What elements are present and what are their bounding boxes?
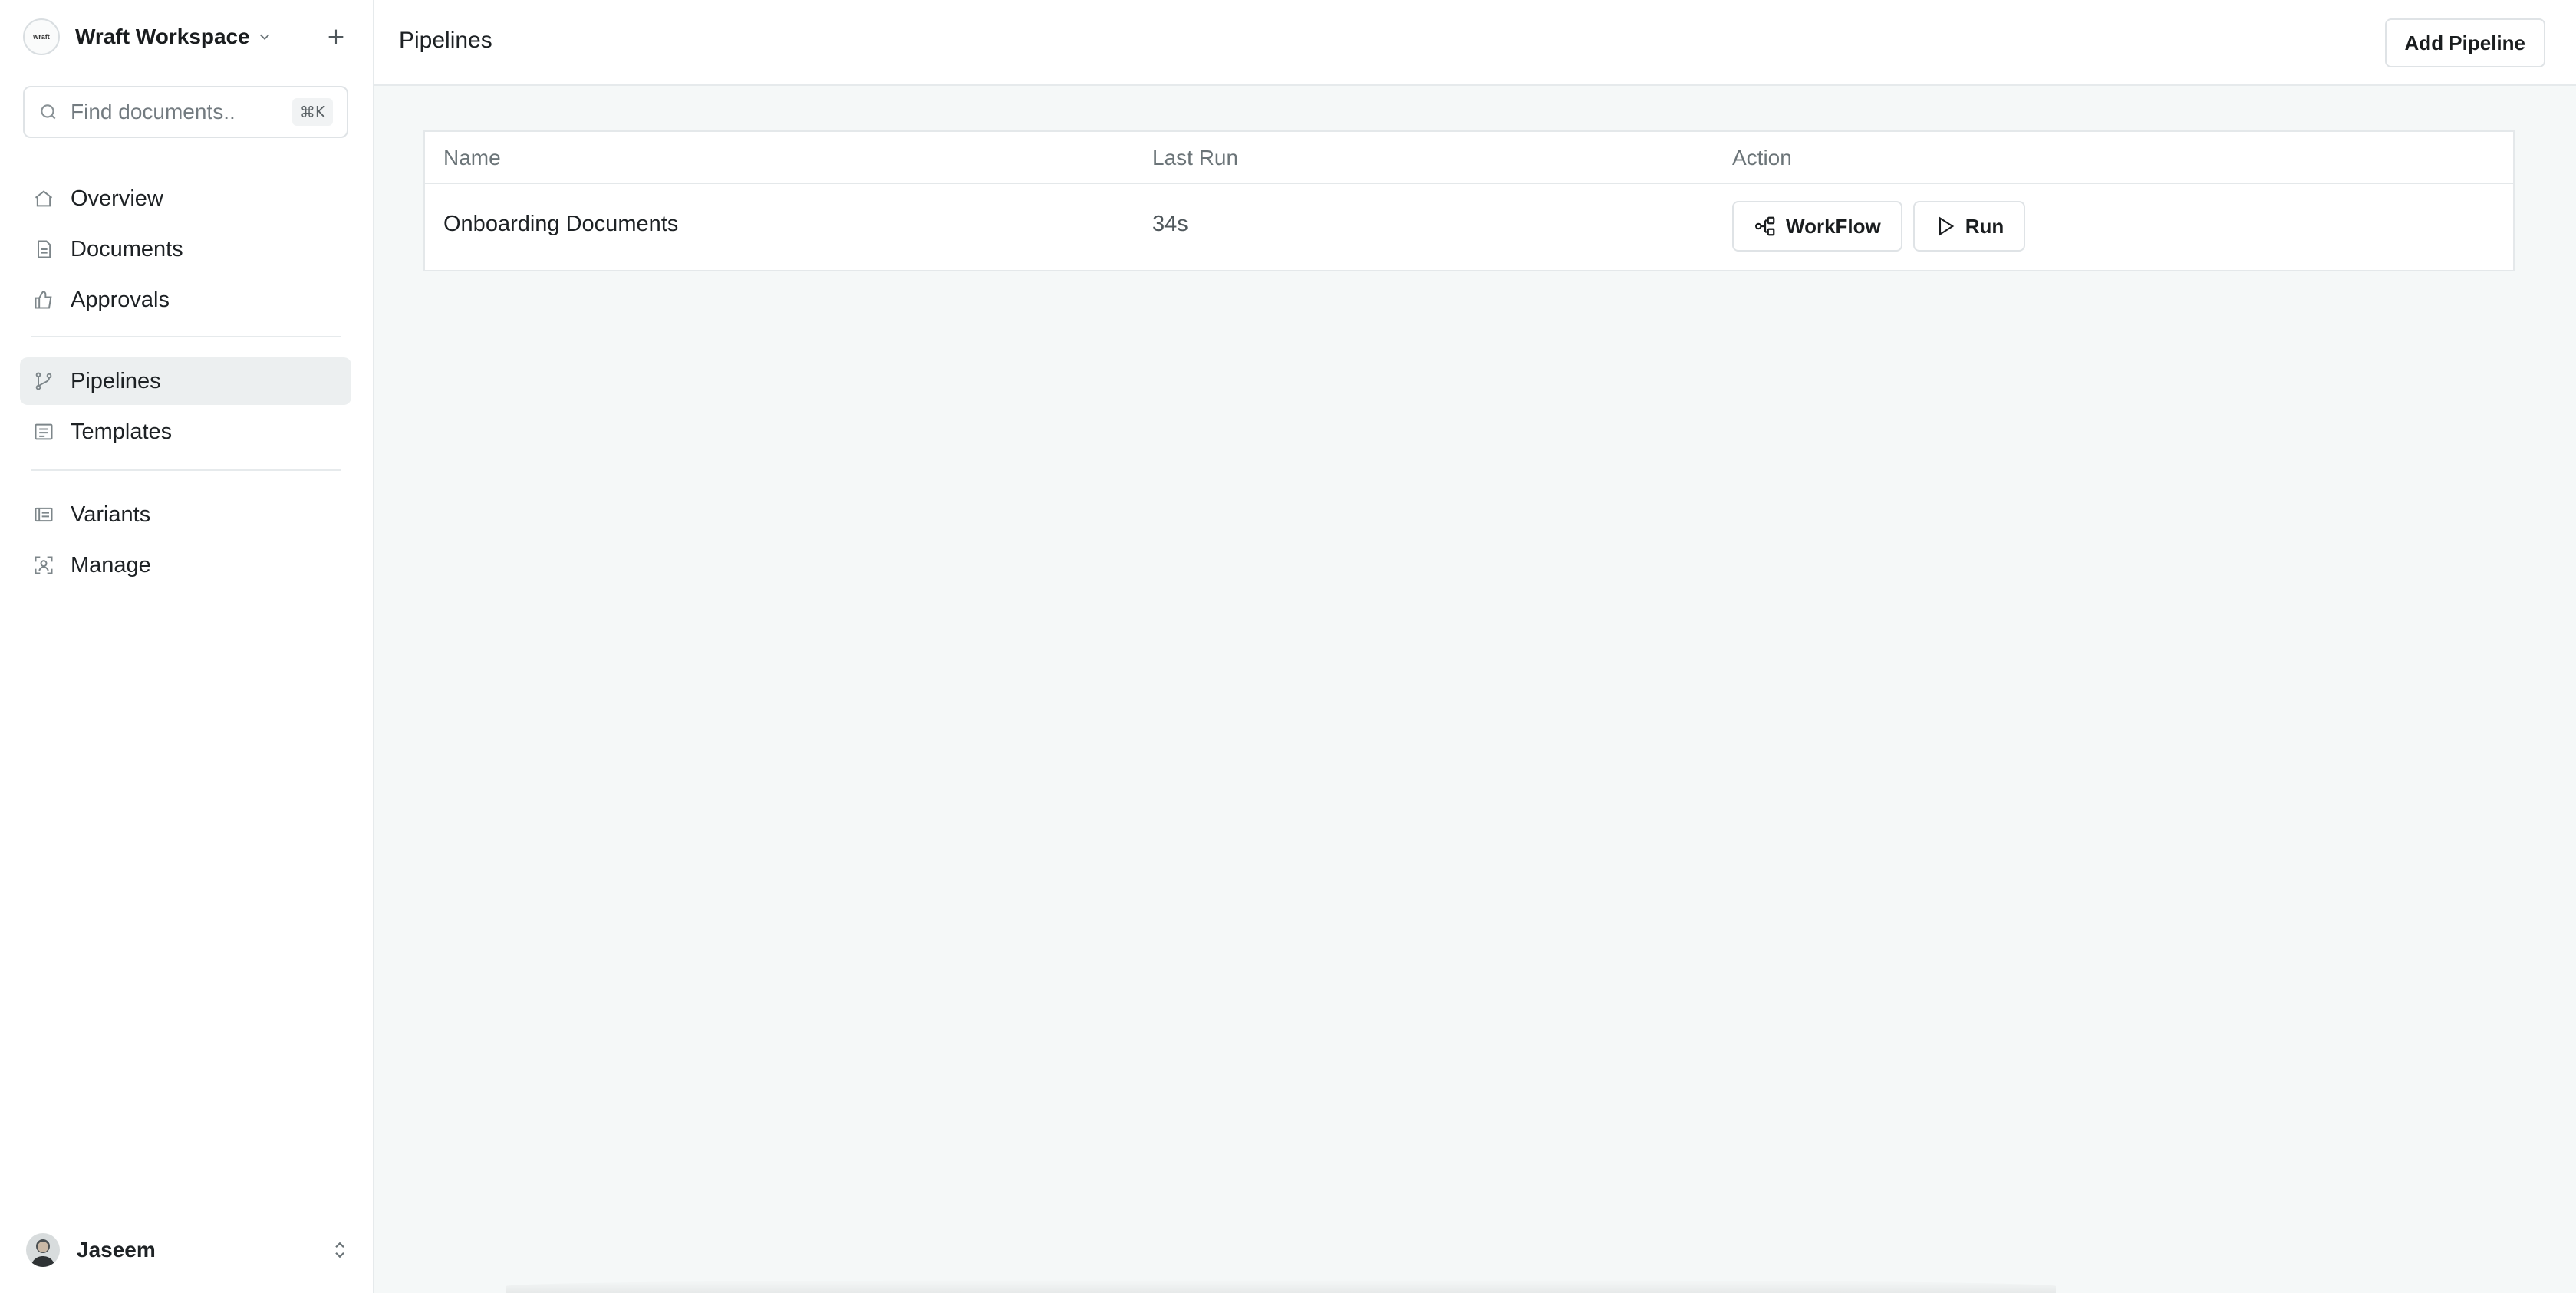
search-shortcut-badge: ⌘K xyxy=(292,98,333,126)
sidebar-item-templates[interactable]: Templates xyxy=(20,408,351,456)
thumbs-up-icon xyxy=(32,288,55,311)
sidebar-item-label: Overview xyxy=(71,186,163,211)
search-input[interactable] xyxy=(69,99,292,125)
column-header-last-run: Last Run xyxy=(1152,146,1239,169)
sidebar-item-label: Manage xyxy=(71,552,151,577)
search-icon xyxy=(38,102,58,122)
user-name: Jaseem xyxy=(77,1238,156,1262)
document-icon xyxy=(32,238,55,261)
sidebar-item-label: Approvals xyxy=(71,287,170,312)
sidebar: wraft Wraft Workspace ⌘K Overview Docume… xyxy=(0,0,374,1293)
git-branch-icon xyxy=(32,370,55,393)
sidebar-item-documents[interactable]: Documents xyxy=(20,225,351,273)
nav-primary: Overview Documents Approvals xyxy=(20,175,351,327)
chevron-up-down-icon[interactable] xyxy=(331,1239,348,1262)
sidebar-item-approvals[interactable]: Approvals xyxy=(20,276,351,324)
top-bar: Pipelines Add Pipeline xyxy=(374,0,2576,86)
sidebar-item-manage[interactable]: Manage xyxy=(20,541,351,589)
template-icon xyxy=(32,420,55,443)
add-pipeline-button[interactable]: Add Pipeline xyxy=(2384,18,2545,67)
workspace-switcher[interactable]: wraft Wraft Workspace xyxy=(23,17,351,57)
row-actions: WorkFlow Run xyxy=(1732,201,2026,252)
nav-tertiary: Variants Manage xyxy=(20,491,351,592)
workflow-button-label: WorkFlow xyxy=(1786,214,1881,238)
workspace-name: Wraft Workspace xyxy=(75,25,250,48)
bottom-shadow xyxy=(506,1279,2056,1293)
table-header: Name Last Run Action xyxy=(425,132,2513,184)
user-menu[interactable]: Jaseem xyxy=(26,1229,348,1272)
sidebar-item-variants[interactable]: Variants xyxy=(20,491,351,538)
chevron-down-icon xyxy=(256,28,273,45)
home-icon xyxy=(32,187,55,210)
column-header-name: Name xyxy=(443,146,501,169)
sidebar-divider xyxy=(31,336,341,337)
sidebar-item-pipelines[interactable]: Pipelines xyxy=(20,357,351,405)
sidebar-item-label: Pipelines xyxy=(71,368,161,393)
variants-icon xyxy=(32,503,55,526)
search-box[interactable]: ⌘K xyxy=(23,86,348,138)
pipeline-name[interactable]: Onboarding Documents xyxy=(443,212,678,237)
sidebar-item-label: Documents xyxy=(71,236,183,262)
avatar xyxy=(26,1233,60,1267)
run-button-label: Run xyxy=(1965,214,2004,238)
sidebar-item-overview[interactable]: Overview xyxy=(20,175,351,222)
run-button[interactable]: Run xyxy=(1912,201,2026,252)
workflow-icon xyxy=(1755,216,1775,236)
column-header-action: Action xyxy=(1732,146,1792,169)
pipelines-table: Name Last Run Action Onboarding Document… xyxy=(423,130,2515,271)
play-icon xyxy=(1939,216,1955,236)
pipeline-last-run: 34s xyxy=(1152,212,1188,236)
add-workspace-icon[interactable] xyxy=(321,21,351,52)
sidebar-item-label: Variants xyxy=(71,502,151,527)
table-row[interactable]: Onboarding Documents 34s WorkFlow Run xyxy=(425,184,2513,270)
workflow-button[interactable]: WorkFlow xyxy=(1732,201,1902,252)
workspace-logo: wraft xyxy=(23,18,60,55)
page-title: Pipelines xyxy=(399,28,492,53)
nav-secondary: Pipelines Templates xyxy=(20,357,351,459)
sidebar-divider xyxy=(31,469,341,471)
workspace-logo-text: wraft xyxy=(33,33,50,41)
manage-icon xyxy=(32,554,55,577)
sidebar-item-label: Templates xyxy=(71,419,173,444)
